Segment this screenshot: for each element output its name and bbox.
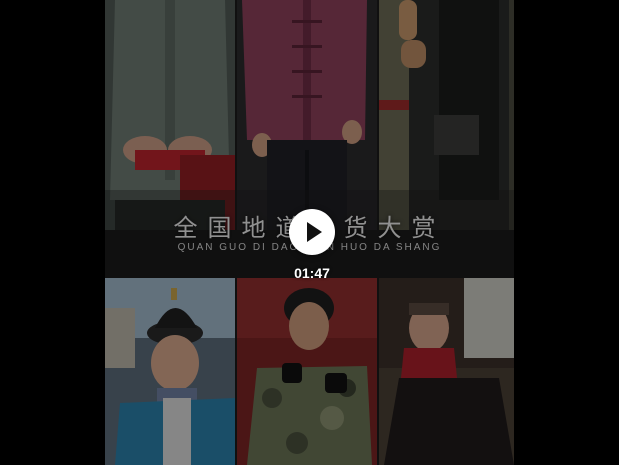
- play-icon: [307, 222, 322, 242]
- video-duration: 01:47: [294, 265, 330, 281]
- play-button[interactable]: [289, 209, 335, 255]
- video-player[interactable]: 全国地道年货大赏 QUAN GUO DI DAO NIAN HUO DA SHA…: [0, 0, 619, 465]
